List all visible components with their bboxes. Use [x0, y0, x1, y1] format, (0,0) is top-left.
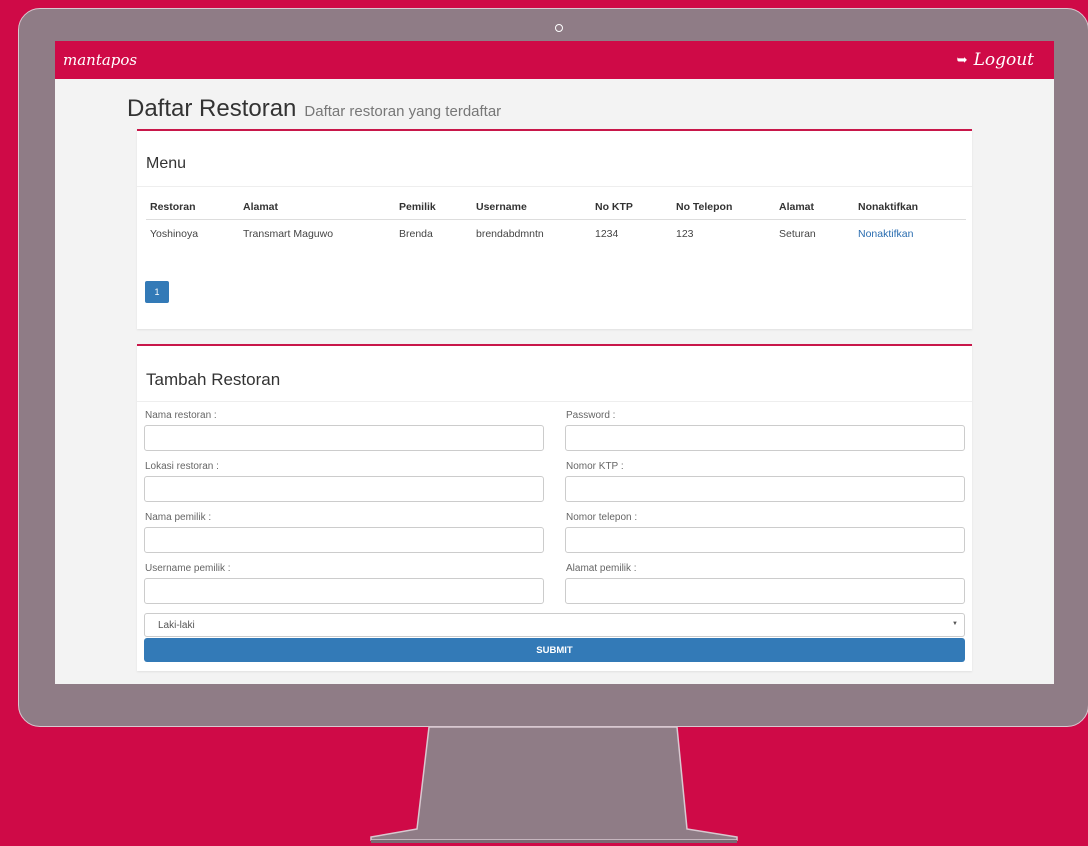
- table-cell: Seturan: [779, 228, 816, 240]
- monitor-stand: [370, 727, 738, 843]
- column-header: Alamat: [775, 201, 854, 220]
- nama-restoran-label: Nama restoran :: [145, 410, 217, 421]
- password-label: Password :: [566, 410, 616, 421]
- app-screen: mantapos ➥ Logout Daftar Restoran Daftar…: [55, 41, 1054, 684]
- brand-logo[interactable]: mantapos: [63, 51, 137, 69]
- column-header: Restoran: [146, 201, 239, 220]
- nomor-ktp-label: Nomor KTP :: [566, 461, 624, 472]
- nama-pemilik-input[interactable]: [144, 527, 544, 553]
- nomor-telepon-input[interactable]: [565, 527, 965, 553]
- table-cell: brendabdmntn: [476, 228, 544, 240]
- nomor-telepon-label: Nomor telepon :: [566, 512, 638, 523]
- alamat-pemilik-input[interactable]: [565, 578, 965, 604]
- page-title: Daftar Restoran: [127, 95, 297, 122]
- page-header: Daftar Restoran Daftar restoran yang ter…: [127, 95, 501, 123]
- menu-panel-title: Menu: [137, 131, 972, 187]
- logout-label: Logout: [973, 50, 1034, 70]
- gender-select[interactable]: Laki-laki ▼: [144, 613, 965, 637]
- deactivate-link[interactable]: Nonaktifkan: [854, 220, 966, 245]
- table-cell: Brenda: [399, 228, 433, 240]
- add-panel-title: Tambah Restoran: [137, 346, 972, 402]
- column-header: Username: [472, 201, 591, 220]
- column-header: No KTP: [591, 201, 672, 220]
- column-header: No Telepon: [672, 201, 775, 220]
- column-header: Alamat: [239, 201, 395, 220]
- camera-icon: [555, 24, 563, 32]
- table-cell: 1234: [595, 228, 619, 240]
- table-row: Yoshinoya Transmart Maguwo Brenda brenda…: [146, 220, 966, 245]
- column-header: Pemilik: [395, 201, 472, 220]
- username-pemilik-input[interactable]: [144, 578, 544, 604]
- caret-down-icon: ▼: [952, 621, 958, 627]
- submit-button[interactable]: SUBMIT: [144, 638, 965, 662]
- nomor-ktp-input[interactable]: [565, 476, 965, 502]
- lokasi-restoran-label: Lokasi restoran :: [145, 461, 219, 472]
- lokasi-restoran-input[interactable]: [144, 476, 544, 502]
- column-header: Nonaktifkan: [854, 201, 966, 220]
- username-pemilik-label: Username pemilik :: [145, 563, 231, 574]
- table-cell: Yoshinoya: [150, 228, 199, 240]
- navbar: mantapos ➥ Logout: [55, 41, 1054, 79]
- pagination-page-button[interactable]: 1: [145, 281, 169, 303]
- page-subtitle: Daftar restoran yang terdaftar: [304, 103, 502, 120]
- menu-panel: Menu Restoran Alamat Pemilik Username No…: [137, 129, 972, 329]
- nama-pemilik-label: Nama pemilik :: [145, 512, 212, 523]
- table-cell: 123: [676, 228, 694, 240]
- sign-out-icon: ➥: [956, 52, 968, 68]
- table-cell: Transmart Maguwo: [243, 228, 334, 240]
- restaurant-table: Restoran Alamat Pemilik Username No KTP …: [146, 201, 966, 244]
- logout-button[interactable]: ➥ Logout: [957, 50, 1034, 70]
- table-header-row: Restoran Alamat Pemilik Username No KTP …: [146, 201, 966, 220]
- nama-restoran-input[interactable]: [144, 425, 544, 451]
- gender-select-value: Laki-laki: [158, 620, 195, 631]
- password-input[interactable]: [565, 425, 965, 451]
- alamat-pemilik-label: Alamat pemilik :: [566, 563, 637, 574]
- add-restaurant-panel: Tambah Restoran Nama restoran : Password…: [137, 344, 972, 671]
